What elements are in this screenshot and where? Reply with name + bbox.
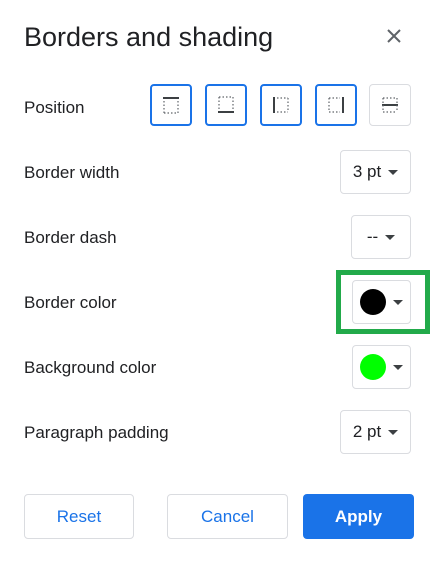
position-label: Position [24, 98, 85, 117]
border-between-icon [382, 97, 398, 113]
background-color-dropdown[interactable] [352, 345, 411, 389]
border-width-value: 3 pt [352, 162, 382, 181]
chevron-down-icon [388, 169, 399, 175]
chevron-down-icon [388, 429, 399, 435]
border-right-icon [328, 97, 344, 113]
border-left-icon [273, 97, 289, 113]
chevron-down-icon [385, 234, 396, 240]
border-bottom-button[interactable] [205, 84, 247, 126]
paragraph-padding-dropdown[interactable]: 2 pt [340, 410, 411, 454]
border-dash-dropdown[interactable]: -- [351, 215, 411, 259]
border-dash-value: -- [366, 227, 379, 246]
borders-shading-dialog: Borders and shading Position Border widt… [0, 0, 434, 566]
border-right-button[interactable] [315, 84, 357, 126]
border-top-icon [163, 97, 179, 114]
highlight-box [336, 270, 430, 334]
border-top-button[interactable] [150, 84, 192, 126]
paragraph-padding-label: Paragraph padding [24, 423, 169, 442]
border-width-label: Border width [24, 163, 120, 182]
apply-button[interactable]: Apply [303, 494, 414, 539]
border-left-button[interactable] [260, 84, 302, 126]
background-color-label: Background color [24, 358, 157, 377]
background-color-swatch [360, 354, 386, 380]
reset-button[interactable]: Reset [24, 494, 134, 539]
cancel-button[interactable]: Cancel [167, 494, 288, 539]
paragraph-padding-value: 2 pt [352, 422, 382, 441]
dialog-title: Borders and shading [24, 22, 274, 52]
border-dash-label: Border dash [24, 228, 117, 247]
chevron-down-icon [393, 364, 403, 370]
close-button[interactable] [378, 20, 410, 52]
border-bottom-icon [218, 96, 234, 113]
border-width-dropdown[interactable]: 3 pt [340, 150, 411, 194]
close-icon [387, 29, 401, 43]
border-color-label: Border color [24, 293, 117, 312]
border-between-button[interactable] [369, 84, 411, 126]
